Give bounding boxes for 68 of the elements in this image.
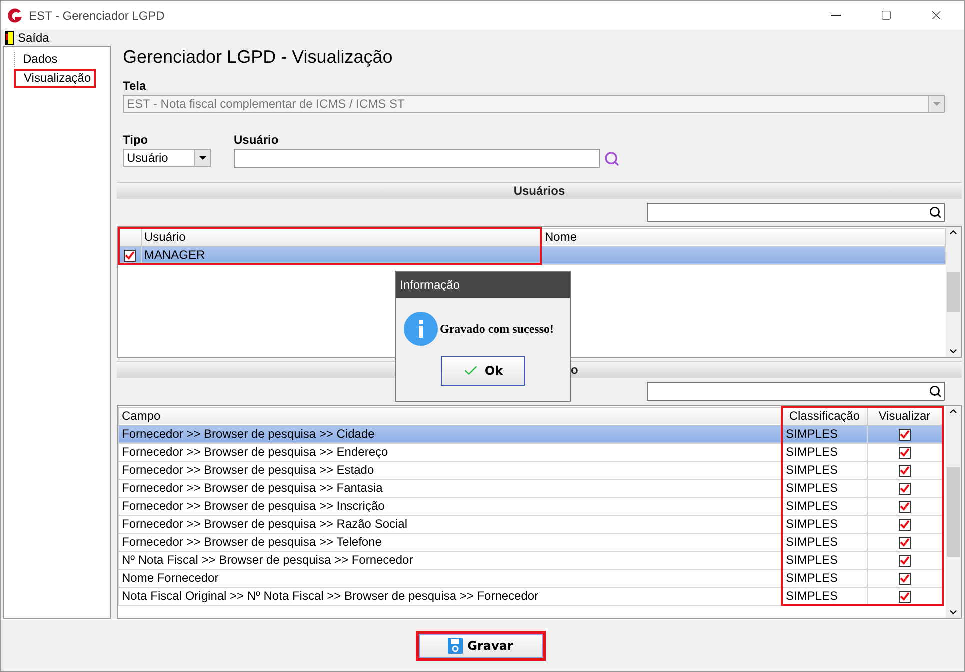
table-cell: SIMPLES xyxy=(782,515,867,533)
maximize-icon xyxy=(880,10,892,21)
checkbox[interactable] xyxy=(898,428,911,441)
dropdown-arrow-icon xyxy=(198,156,206,160)
checkbox[interactable] xyxy=(898,536,911,549)
table-cell: Fornecedor >> Browser de pesquisa >> Cidade xyxy=(118,425,782,443)
dialog-title: Informação xyxy=(396,272,570,298)
table-cell: Fornecedor >> Browser de pesquisa >> Estado xyxy=(118,461,782,479)
user-input-field[interactable] xyxy=(234,149,600,168)
field-label: Usuário xyxy=(234,133,280,147)
table-cell: SIMPLES xyxy=(782,461,867,479)
table-cell: MANAGER xyxy=(141,246,541,264)
checkbox[interactable] xyxy=(898,500,911,513)
table-cell: SIMPLES xyxy=(782,569,867,587)
tree-item[interactable]: Visualização xyxy=(14,69,96,88)
checkbox[interactable] xyxy=(898,572,911,585)
section-header: Usuários xyxy=(117,182,962,199)
scrollbar[interactable] xyxy=(946,227,961,357)
column-header[interactable]: Usuário xyxy=(141,228,541,246)
search-icon xyxy=(929,385,942,398)
column-header[interactable]: Visualizar xyxy=(867,407,943,425)
minimize-icon xyxy=(831,15,841,16)
save-button[interactable]: Gravar xyxy=(416,630,546,660)
tree-item[interactable]: Dados xyxy=(14,50,63,69)
table-cell: SIMPLES xyxy=(782,479,867,497)
table-cell: Nome Fornecedor xyxy=(118,569,782,587)
window-title: EST - Gerenciador LGPD xyxy=(29,8,166,22)
search-icon[interactable] xyxy=(604,150,620,166)
field-label: Tela xyxy=(123,79,148,93)
checkbox[interactable] xyxy=(124,250,136,262)
scrollbar[interactable] xyxy=(946,406,961,618)
table-cell: SIMPLES xyxy=(782,533,867,551)
checkbox[interactable] xyxy=(898,518,911,531)
table-cell: Nº Nota Fiscal >> Browser de pesquisa >> Fornecedor xyxy=(118,551,782,569)
column-header[interactable]: Classificação xyxy=(782,407,867,425)
checkbox[interactable] xyxy=(898,446,911,459)
column-header[interactable]: Campo xyxy=(118,407,782,425)
table-cell: SIMPLES xyxy=(782,551,867,569)
dialog-message: Gravado com sucesso! xyxy=(440,322,554,336)
dropdown-arrow-icon xyxy=(932,102,940,106)
table-cell: SIMPLES xyxy=(782,443,867,461)
search-icon xyxy=(929,206,942,219)
checkbox[interactable] xyxy=(898,590,911,603)
ok-button[interactable]: Ok xyxy=(441,356,525,386)
table-cell: SIMPLES xyxy=(782,587,867,605)
app-logo-icon xyxy=(7,8,23,24)
table-cell: Fornecedor >> Browser de pesquisa >> Inscrição xyxy=(118,497,782,515)
search-field[interactable] xyxy=(647,382,945,401)
field-label: Tipo xyxy=(123,133,150,147)
checkbox[interactable] xyxy=(898,482,911,495)
table-cell: Fornecedor >> Browser de pesquisa >> Telefone xyxy=(118,533,782,551)
search-field[interactable] xyxy=(647,203,945,222)
table-cell: Nota Fiscal Original >> Nº Nota Fiscal >> Browser de pesquisa >> Fornecedor xyxy=(118,587,782,605)
column-header[interactable]: Nome xyxy=(541,228,946,246)
info-icon xyxy=(404,312,438,346)
table-cell: SIMPLES xyxy=(782,497,867,515)
column-header xyxy=(119,228,141,246)
table-cell: SIMPLES xyxy=(782,425,867,443)
checkbox[interactable] xyxy=(898,464,911,477)
table-cell: Fornecedor >> Browser de pesquisa >> Endereço xyxy=(118,443,782,461)
table-cell: Fornecedor >> Browser de pesquisa >> Razão Social xyxy=(118,515,782,533)
door-icon xyxy=(5,31,14,45)
page-heading: Gerenciador LGPD - Visualização xyxy=(123,47,394,69)
section-title: o xyxy=(571,363,578,377)
table-cell: Fornecedor >> Browser de pesquisa >> Fantasia xyxy=(118,479,782,497)
checkbox[interactable] xyxy=(898,554,911,567)
type-select[interactable]: Usuário xyxy=(123,149,211,167)
menu-item[interactable]: Saída xyxy=(5,31,50,45)
